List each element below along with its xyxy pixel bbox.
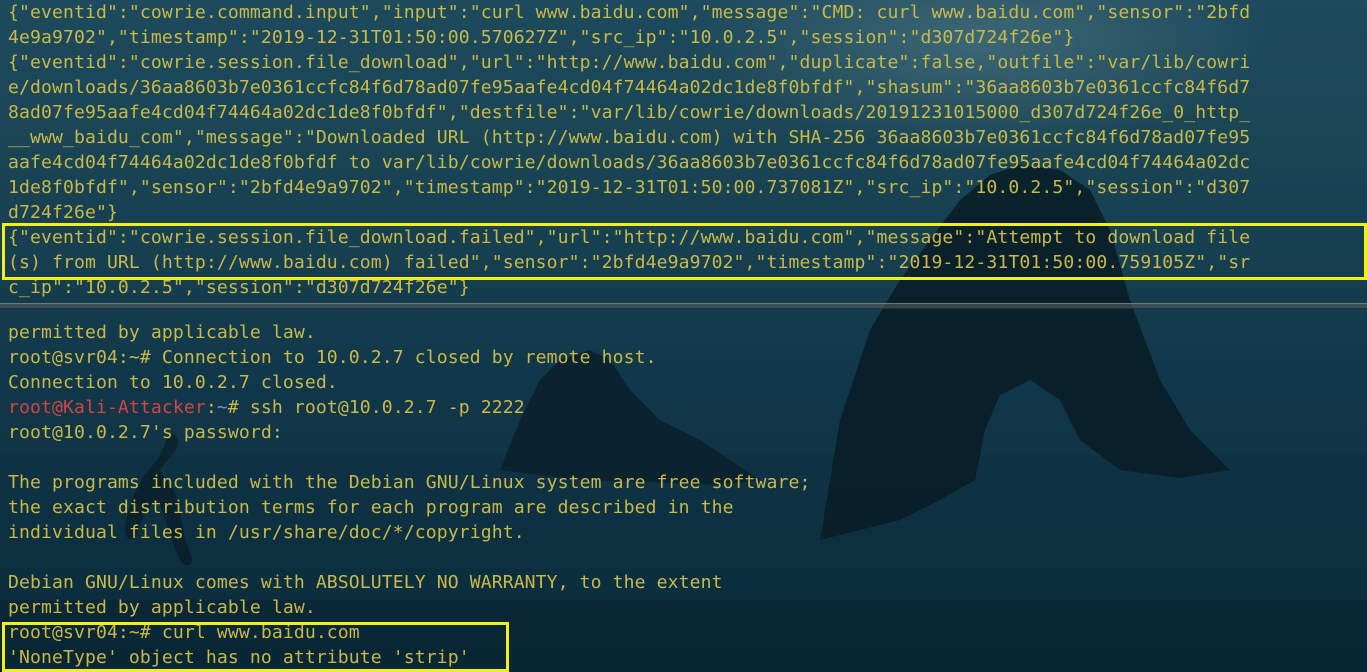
- terminal-prompt-line: root@Kali-Attacker:~# ssh root@10.0.2.7 …: [8, 395, 525, 420]
- log-line: {"eventid":"cowrie.session.file_download…: [8, 52, 1251, 73]
- terminal-pane[interactable]: permitted by applicable law. root@svr04:…: [0, 309, 1367, 672]
- log-line-failed-event: c_ip":"10.0.2.5","session":"d307d724f26e…: [8, 277, 470, 298]
- log-line: __www_baidu_com","message":"Downloaded U…: [8, 127, 1251, 148]
- terminal-line: the exact distribution terms for each pr…: [8, 497, 734, 518]
- terminal-line: permitted by applicable law.: [8, 597, 316, 618]
- terminal-error-line: 'NoneType' object has no attribute 'stri…: [8, 647, 470, 668]
- log-line: e/downloads/36aa8603b7e0361ccfc84f6d78ad…: [8, 77, 1251, 98]
- log-line-failed-event: (s) from URL (http://www.baidu.com) fail…: [8, 252, 1251, 273]
- terminal-command-line: root@svr04:~# curl www.baidu.com: [8, 622, 360, 643]
- prompt-user-host: root@Kali-Attacker: [8, 397, 206, 418]
- terminal-line: individual files in /usr/share/doc/*/cop…: [8, 522, 525, 543]
- terminal-line: root@10.0.2.7's password:: [8, 422, 283, 443]
- prompt-command: # ssh root@10.0.2.7 -p 2222: [227, 397, 525, 418]
- log-line: 1de8f0bfdf","sensor":"2bfd4e9a9702","tim…: [8, 177, 1251, 198]
- log-line: d724f26e"}: [8, 202, 118, 223]
- log-output-pane[interactable]: {"eventid":"cowrie.command.input","input…: [0, 0, 1367, 303]
- terminal-line: The programs included with the Debian GN…: [8, 472, 811, 493]
- log-line: {"eventid":"cowrie.command.input","input…: [8, 2, 1251, 23]
- prompt-path: ~: [216, 397, 228, 418]
- log-line-failed-event: {"eventid":"cowrie.session.file_download…: [8, 227, 1251, 248]
- terminal-line: root@svr04:~# Connection to 10.0.2.7 clo…: [8, 347, 657, 368]
- log-line: 4e9a9702","timestamp":"2019-12-31T01:50:…: [8, 27, 1075, 48]
- terminal-line: Debian GNU/Linux comes with ABSOLUTELY N…: [8, 572, 723, 593]
- log-line: aafe4cd04f74464a02dc1de8f0bfdf to var/li…: [8, 152, 1251, 173]
- terminal-line: Connection to 10.0.2.7 closed.: [8, 372, 338, 393]
- prompt-separator: :: [205, 397, 217, 418]
- terminal-line: permitted by applicable law.: [8, 322, 316, 343]
- log-line: 8ad07fe95aafe4cd04f74464a02dc1de8f0bfdf"…: [8, 102, 1251, 123]
